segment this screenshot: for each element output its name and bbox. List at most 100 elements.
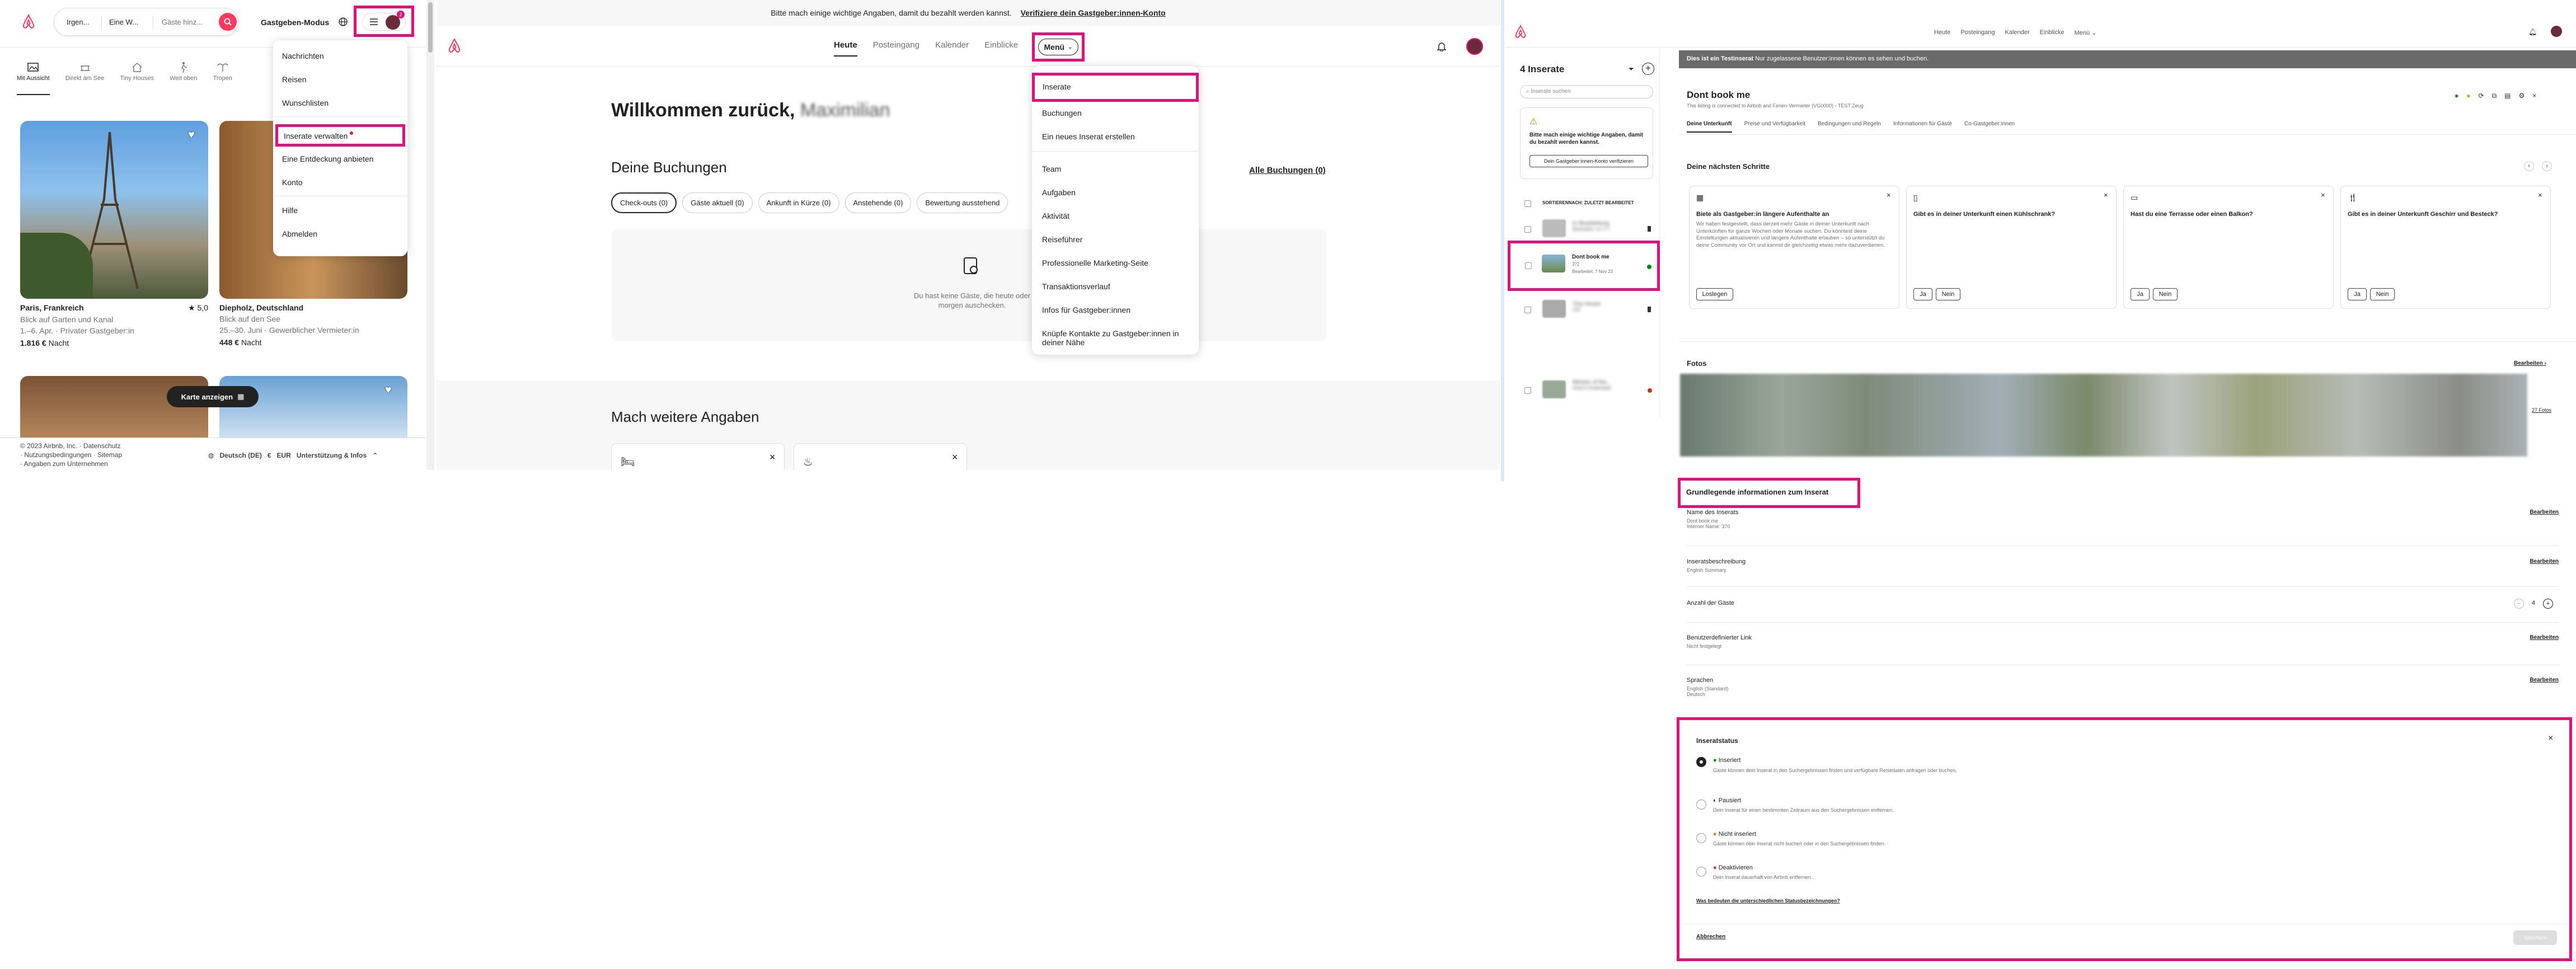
host-mode-link[interactable]: Gastgeben-Modus [261, 18, 329, 27]
increment-button[interactable]: + [2543, 599, 2553, 609]
card-no-button[interactable]: Nein [1936, 288, 1960, 300]
chevron-left-icon[interactable]: ‹ [2524, 161, 2534, 171]
radio-unselected[interactable] [1696, 799, 1706, 810]
card-yes-button[interactable]: Ja [2131, 288, 2150, 300]
filter-icon[interactable]: ⏷ [1629, 65, 1634, 73]
nav-calendar[interactable]: Kalender [935, 40, 969, 57]
all-bookings-link[interactable]: Alle Buchungen (0) [1249, 166, 1326, 175]
menu-item-host-info[interactable]: Infos für Gastgeber:innen [1042, 305, 1130, 314]
listing-row[interactable]: Meister of the... Hotel in Duderstadt [1522, 377, 1654, 405]
globe-icon[interactable] [338, 17, 348, 27]
close-icon[interactable]: × [2104, 191, 2108, 199]
bell-icon[interactable] [1437, 41, 1446, 51]
scrollbar-thumb[interactable] [428, 2, 433, 53]
category-item[interactable]: Tiny Houses [120, 62, 154, 95]
search-bar[interactable]: Irgen... Eine W... Gäste hinz... [54, 8, 238, 36]
heart-icon[interactable]: ♥ [385, 384, 392, 397]
card-yes-button[interactable]: Ja [1913, 288, 1932, 300]
close-icon[interactable]: × [1887, 191, 1891, 199]
search-where[interactable]: Irgen... [67, 18, 101, 26]
menu-item-listings[interactable]: Inserate [1032, 73, 1199, 102]
nav-insights[interactable]: Einblicke [2040, 29, 2064, 36]
filter-arriving[interactable]: Ankunft in Kürze (0) [758, 192, 839, 213]
task-card[interactable]: ♨ × [794, 443, 967, 470]
menu-item-guidebook[interactable]: Reiseführer [1042, 235, 1082, 244]
photos-edit-link[interactable]: Bearbeiten › [2514, 360, 2546, 366]
listing-row[interactable]: Tiny House 123 [1522, 297, 1654, 324]
support-link[interactable]: Unterstützung & Infos [297, 451, 367, 459]
avatar[interactable] [1466, 38, 1483, 55]
cancel-button[interactable]: Abbrechen [1696, 934, 1725, 940]
nav-today[interactable]: Heute [1934, 29, 1950, 36]
sort-label[interactable]: SORTIERENNACH: ZULETZT BEARBEITET [1542, 200, 1634, 205]
row-checkbox[interactable] [1524, 307, 1531, 313]
close-icon[interactable]: × [2532, 92, 2536, 100]
nav-inbox[interactable]: Posteingang [1960, 29, 1995, 36]
category-item[interactable]: Tropen [213, 62, 232, 95]
filter-checkouts[interactable]: Check-outs (0) [611, 192, 677, 213]
status-option-paused[interactable]: ◐ Pausiert Dein Inserat für einen bestim… [1696, 796, 2088, 824]
filter-current[interactable]: Gäste aktuell (0) [682, 192, 753, 213]
menu-item-wishlists[interactable]: Wunschlisten [282, 98, 329, 107]
tab-cohosts[interactable]: Co-Gastgeber:innen [1964, 121, 2015, 133]
airbnb-logo[interactable] [448, 38, 461, 53]
select-all-checkbox[interactable] [1524, 200, 1531, 207]
nav-menu[interactable]: Menü ⌄ [2075, 29, 2097, 36]
currency-selector[interactable]: EUR [277, 451, 291, 459]
tab-pricing[interactable]: Preise und Verfügbarkeit [1744, 121, 1806, 133]
save-button[interactable]: Speichern [2513, 930, 2557, 945]
menu-item-bookings[interactable]: Buchungen [1042, 109, 1082, 117]
edit-link[interactable]: Bearbeiten [2530, 558, 2559, 565]
tab-guest-info[interactable]: Informationen für Gäste [1893, 121, 1952, 133]
listing-row-selected[interactable]: Dont book me 372 Bearbeitet: 7 Nov 23 [1508, 241, 1660, 291]
menu-item-experience[interactable]: Eine Entdeckung anbieten [282, 154, 373, 163]
close-icon[interactable]: × [2321, 191, 2325, 199]
category-item[interactable]: Weit oben [170, 62, 197, 95]
copy-icon[interactable]: ⧉ [2492, 92, 2497, 100]
menu-item-manage-listings[interactable]: Inserate verwalten [275, 124, 405, 147]
menu-item-trips[interactable]: Reisen [282, 75, 307, 84]
status-option-deactivate[interactable]: ● Deaktivieren Dein Inserat dauerhaft vo… [1696, 863, 2088, 891]
page-scrollbar[interactable] [426, 0, 434, 470]
menu-item-account[interactable]: Konto [282, 178, 303, 187]
status-option-unlisted[interactable]: ● Nicht inseriert Gäste können dein Inse… [1696, 830, 2088, 858]
search-icon[interactable] [219, 13, 237, 31]
radio-unselected[interactable] [1696, 867, 1706, 877]
close-icon[interactable]: × [2538, 191, 2542, 199]
verify-link[interactable]: Verifiziere dein Gastgeber:innen-Konto [1021, 8, 1166, 17]
menu-button[interactable]: Menü ⌄ [1032, 32, 1085, 62]
menu-item-connect[interactable]: Knüpfe Kontakte zu Gastgeber:innen in de… [1042, 329, 1199, 347]
add-listing-icon[interactable]: + [1642, 63, 1654, 75]
photos-count-link[interactable]: 27 Fotos [2532, 407, 2551, 413]
listing-photo[interactable] [20, 121, 208, 299]
footer-link[interactable]: Sitemap [97, 451, 122, 459]
menu-item-transactions[interactable]: Transaktionsverlauf [1042, 282, 1110, 291]
show-map-button[interactable]: Karte anzeigen ▦ [167, 386, 259, 407]
search-who[interactable]: Gäste hinz... [162, 18, 215, 26]
radio-selected[interactable] [1696, 757, 1706, 767]
decrement-button[interactable]: − [2514, 599, 2524, 609]
bell-icon[interactable]: 🔔︎ [2528, 28, 2537, 36]
calendar-icon[interactable]: ▤ [2504, 92, 2511, 100]
close-icon[interactable]: × [769, 451, 776, 463]
nav-calendar[interactable]: Kalender [2005, 29, 2030, 36]
language-selector[interactable]: Deutsch (DE) [219, 451, 261, 459]
photo-strip[interactable] [1680, 374, 2527, 457]
avatar[interactable] [2551, 26, 2562, 37]
menu-item-activity[interactable]: Aktivität [1042, 211, 1069, 220]
filter-upcoming[interactable]: Anstehende (0) [844, 192, 912, 213]
profile-menu-button[interactable]: 2 [354, 6, 414, 37]
card-yes-button[interactable]: Ja [2348, 288, 2367, 300]
menu-item-team[interactable]: Team [1042, 164, 1061, 173]
nav-today[interactable]: Heute [834, 40, 857, 57]
radio-unselected[interactable] [1696, 833, 1706, 843]
category-item[interactable]: Direkt am See [65, 62, 104, 95]
card-start-button[interactable]: Loslegen [1696, 288, 1733, 300]
edit-link[interactable]: Bearbeiten [2530, 509, 2559, 515]
task-card[interactable]: 🛏 × [611, 443, 785, 470]
card-no-button[interactable]: Nein [2370, 288, 2395, 300]
footer-link[interactable]: Datenschutz [83, 442, 121, 450]
chevron-up-icon[interactable]: ⌃ [372, 451, 378, 459]
heart-icon[interactable]: ♥ [188, 129, 195, 142]
menu-item-marketing[interactable]: Professionelle Marketing-Seite [1042, 258, 1148, 267]
